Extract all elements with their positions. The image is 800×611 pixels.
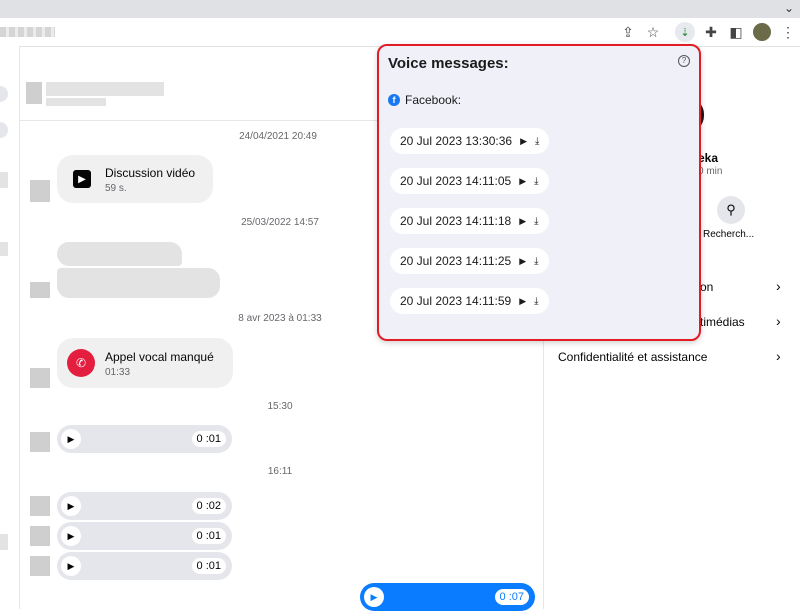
voice-message-row: 20 Jul 2023 13:30:36 ▶ ⤓ bbox=[390, 128, 690, 168]
play-icon[interactable]: ▶ bbox=[364, 587, 384, 607]
video-call-icon: ▶ bbox=[73, 170, 91, 188]
play-icon[interactable]: ▶ bbox=[519, 296, 526, 307]
play-icon[interactable]: ▶ bbox=[519, 176, 526, 187]
blurred-avatar bbox=[30, 556, 50, 576]
message-timestamp: 15:30 bbox=[267, 401, 293, 412]
audio-message-sent[interactable]: ▶ 0 :07 bbox=[360, 583, 535, 611]
blurred-avatar bbox=[30, 526, 50, 546]
message-timestamp: 8 avr 2023 à 01:33 bbox=[238, 313, 322, 324]
blurred-avatar bbox=[30, 368, 50, 388]
profile-avatar[interactable] bbox=[753, 23, 771, 41]
blurred-status bbox=[46, 98, 106, 106]
missed-call-bubble[interactable]: ✆ Appel vocal manqué 01:33 bbox=[57, 338, 233, 388]
source-row: f Facebook: bbox=[388, 93, 461, 107]
voice-message-row: 20 Jul 2023 14:11:59 ▶ ⤓ bbox=[390, 288, 690, 328]
sidepanel-icon[interactable]: ◧ bbox=[726, 22, 746, 42]
video-call-duration: 59 s. bbox=[105, 183, 127, 194]
share-icon[interactable]: ⇪ bbox=[618, 22, 638, 42]
download-icon[interactable]: ⤓ bbox=[535, 136, 539, 147]
audio-message[interactable]: ▶ 0 :01 bbox=[57, 522, 232, 550]
play-icon[interactable]: ▶ bbox=[61, 556, 81, 576]
play-icon[interactable]: ▶ bbox=[61, 429, 81, 449]
menu-item-label[interactable]: timédias bbox=[700, 315, 745, 329]
chevron-right-icon[interactable]: › bbox=[776, 278, 781, 294]
contact-status: 0 min bbox=[698, 166, 723, 177]
blurred-contact-name bbox=[46, 82, 164, 96]
audio-duration: 0 :02 bbox=[191, 498, 226, 514]
audio-duration: 0 :07 bbox=[494, 589, 529, 605]
star-icon[interactable]: ☆ bbox=[643, 22, 663, 42]
blurred-avatar bbox=[30, 432, 50, 452]
search-label: Recherch... bbox=[703, 229, 755, 240]
blurred-avatar bbox=[26, 82, 42, 104]
browser-titlebar bbox=[0, 0, 800, 18]
popup-title: Voice messages: bbox=[388, 55, 509, 72]
chevron-right-icon[interactable]: › bbox=[776, 348, 781, 364]
sidebar-avatar[interactable] bbox=[0, 122, 8, 138]
voice-message-label: 20 Jul 2023 13:30:36 bbox=[400, 134, 513, 148]
sidebar-avatar[interactable] bbox=[0, 86, 8, 102]
voice-messages-popup: Voice messages: ? f Facebook: 20 Jul 202… bbox=[377, 44, 701, 341]
audio-duration: 0 :01 bbox=[191, 431, 226, 447]
help-icon[interactable]: ? bbox=[678, 55, 690, 67]
menu-item-label[interactable]: on bbox=[700, 280, 713, 294]
voice-message-label: 20 Jul 2023 14:11:18 bbox=[400, 214, 512, 228]
audio-duration: 0 :01 bbox=[191, 528, 226, 544]
video-call-bubble[interactable]: ▶ Discussion vidéo 59 s. bbox=[57, 155, 213, 203]
menu-item-privacy[interactable]: Confidentialité et assistance bbox=[558, 350, 707, 364]
voice-message-row: 20 Jul 2023 14:11:25 ▶ ⤓ bbox=[390, 248, 690, 288]
address-bar-blurred[interactable] bbox=[0, 27, 55, 37]
voice-message-item[interactable]: 20 Jul 2023 14:11:59 ▶ ⤓ bbox=[390, 288, 549, 314]
download-icon[interactable]: ⤓ bbox=[534, 176, 538, 187]
search-icon[interactable]: ⚲ bbox=[717, 196, 745, 224]
audio-message[interactable]: ▶ 0 :01 bbox=[57, 425, 232, 453]
blurred-content bbox=[0, 534, 8, 550]
blurred-avatar bbox=[30, 496, 50, 516]
voice-message-list: 20 Jul 2023 13:30:36 ▶ ⤓ 20 Jul 2023 14:11… bbox=[390, 128, 690, 328]
play-icon[interactable]: ▶ bbox=[520, 136, 527, 147]
left-sidebar bbox=[0, 46, 20, 609]
missed-call-time: 01:33 bbox=[105, 367, 131, 378]
contact-name: eka bbox=[698, 151, 719, 165]
puzzle-icon[interactable]: ✚ bbox=[701, 22, 721, 42]
more-vert-icon[interactable]: ⋮ bbox=[778, 22, 798, 42]
chevron-right-icon[interactable]: › bbox=[776, 313, 781, 329]
missed-call-title: Appel vocal manqué bbox=[105, 350, 214, 364]
audio-message[interactable]: ▶ 0 :02 bbox=[57, 492, 232, 520]
voice-message-label: 20 Jul 2023 14:11:59 bbox=[400, 294, 512, 308]
voice-message-row: 20 Jul 2023 14:11:18 ▶ ⤓ bbox=[390, 208, 690, 248]
voice-message-item[interactable]: 20 Jul 2023 14:11:05 ▶ ⤓ bbox=[390, 168, 549, 194]
blurred-avatar bbox=[30, 282, 50, 298]
tab-search-chevron-icon[interactable]: ⌄ bbox=[784, 1, 794, 15]
download-icon[interactable]: ⤓ bbox=[534, 296, 538, 307]
download-icon[interactable]: ⤓ bbox=[534, 256, 538, 267]
voice-message-row: 20 Jul 2023 14:11:05 ▶ ⤓ bbox=[390, 168, 690, 208]
play-icon[interactable]: ▶ bbox=[519, 216, 526, 227]
blurred-message bbox=[57, 242, 182, 266]
audio-message[interactable]: ▶ 0 :01 bbox=[57, 552, 232, 580]
blurred-message bbox=[57, 268, 220, 298]
message-timestamp: 16:11 bbox=[267, 466, 293, 477]
blurred-avatar bbox=[30, 180, 50, 202]
voice-message-label: 20 Jul 2023 14:11:25 bbox=[400, 254, 512, 268]
message-timestamp: 24/04/2021 20:49 bbox=[239, 131, 317, 142]
blurred-content bbox=[0, 242, 8, 256]
voice-message-item[interactable]: 20 Jul 2023 14:11:18 ▶ ⤓ bbox=[390, 208, 549, 234]
play-icon[interactable]: ▶ bbox=[61, 526, 81, 546]
voice-message-label: 20 Jul 2023 14:11:05 bbox=[400, 174, 512, 188]
source-label: Facebook: bbox=[405, 93, 462, 107]
facebook-icon: f bbox=[388, 94, 400, 106]
missed-call-icon: ✆ bbox=[67, 349, 95, 377]
download-icon[interactable]: ⤓ bbox=[534, 216, 538, 227]
voice-message-item[interactable]: 20 Jul 2023 13:30:36 ▶ ⤓ bbox=[390, 128, 550, 154]
extension-active-icon[interactable]: ⇣ bbox=[675, 22, 695, 42]
video-call-title: Discussion vidéo bbox=[105, 166, 196, 180]
message-timestamp: 25/03/2022 14:57 bbox=[241, 217, 319, 228]
play-icon[interactable]: ▶ bbox=[61, 496, 81, 516]
play-icon[interactable]: ▶ bbox=[519, 256, 526, 267]
blurred-content bbox=[0, 172, 8, 188]
audio-duration: 0 :01 bbox=[191, 558, 226, 574]
voice-message-item[interactable]: 20 Jul 2023 14:11:25 ▶ ⤓ bbox=[390, 248, 549, 274]
